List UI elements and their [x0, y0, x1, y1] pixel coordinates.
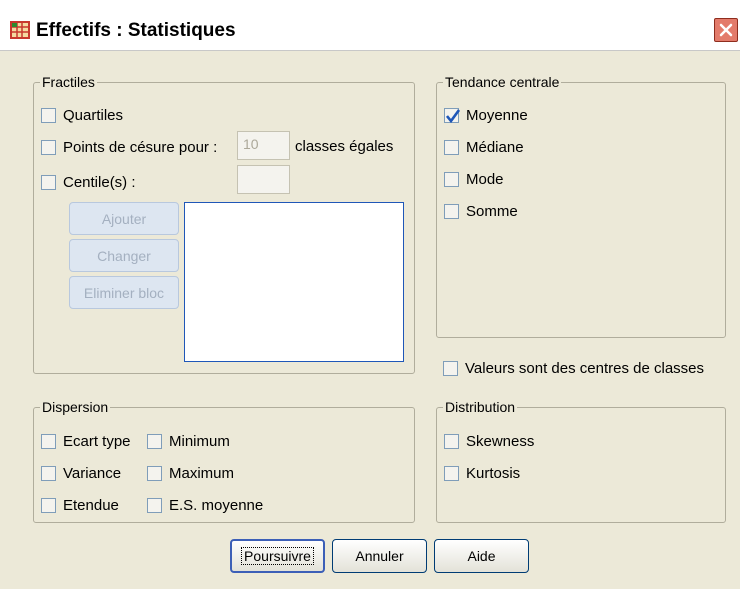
change-button[interactable]: Changer — [69, 239, 179, 272]
mean-label: Moyenne — [466, 106, 528, 124]
minimum-label: Minimum — [169, 432, 230, 450]
distribution-legend: Distribution — [443, 398, 518, 416]
continue-label: Poursuivre — [241, 547, 314, 565]
cutpoints-label: Points de césure pour : — [63, 138, 218, 156]
cutpoints-checkbox[interactable]: Points de césure pour : — [41, 137, 217, 157]
close-icon — [719, 23, 733, 37]
median-checkbox[interactable]: Médiane — [444, 137, 524, 157]
variance-label: Variance — [63, 464, 122, 482]
cutpoints-input[interactable]: 10 — [237, 131, 290, 160]
checkbox-box — [444, 171, 459, 187]
checkbox-box — [443, 360, 458, 376]
title-bar: Effectifs : Statistiques — [0, 0, 740, 51]
std-label: Ecart type — [63, 432, 131, 450]
dispersion-group: Dispersion Ecart type Minimum Variance M… — [33, 398, 415, 523]
continue-button[interactable]: Poursuivre — [230, 539, 325, 573]
checkbox-box — [41, 107, 56, 123]
kurtosis-checkbox[interactable]: Kurtosis — [444, 463, 520, 483]
dispersion-legend: Dispersion — [40, 398, 111, 416]
mean-checkbox[interactable]: Moyenne — [444, 105, 528, 125]
add-button[interactable]: Ajouter — [69, 202, 179, 235]
checkbox-box — [444, 433, 459, 449]
kurtosis-label: Kurtosis — [466, 464, 521, 482]
checkbox-box — [41, 174, 56, 190]
checkbox-box — [444, 203, 459, 219]
skewness-checkbox[interactable]: Skewness — [444, 431, 534, 451]
sum-label: Somme — [466, 202, 518, 220]
statistics-dialog: Effectifs : Statistiques Fractiles Quart… — [0, 0, 740, 589]
checkmark-icon — [446, 108, 460, 123]
fractiles-group: Fractiles Quartiles Points de césure pou… — [33, 73, 415, 374]
help-button[interactable]: Aide — [434, 539, 529, 573]
percentile-input[interactable] — [237, 165, 290, 194]
grouped-midpoints-checkbox[interactable]: Valeurs sont des centres de classes — [443, 358, 704, 378]
remove-label: Eliminer bloc — [83, 284, 165, 301]
percentiles-label: Centile(s) : — [63, 173, 136, 191]
mode-label: Mode — [466, 170, 504, 188]
checkbox-box — [147, 433, 162, 449]
remove-button[interactable]: Eliminer bloc — [69, 276, 179, 309]
quartiles-checkbox[interactable]: Quartiles — [41, 105, 123, 125]
maximum-checkbox[interactable]: Maximum — [147, 463, 234, 483]
sum-checkbox[interactable]: Somme — [444, 201, 518, 221]
range-checkbox[interactable]: Etendue — [41, 495, 119, 515]
checkbox-box — [41, 433, 56, 449]
quartiles-label: Quartiles — [63, 106, 124, 124]
checkbox-box — [41, 497, 56, 513]
checkbox-box — [444, 465, 459, 481]
help-label: Aide — [467, 548, 496, 564]
checkbox-box — [147, 497, 162, 513]
close-button[interactable] — [714, 18, 738, 42]
percentile-list[interactable] — [184, 202, 404, 362]
checkbox-box — [41, 139, 56, 155]
checkbox-box — [444, 139, 459, 155]
distribution-group: Distribution Skewness Kurtosis — [436, 398, 726, 523]
range-label: Etendue — [63, 496, 119, 514]
table-icon — [10, 21, 30, 39]
minimum-checkbox[interactable]: Minimum — [147, 431, 230, 451]
central-tendency-group: Tendance centrale Moyenne Médiane Mode S… — [436, 73, 726, 338]
checkbox-box — [444, 107, 460, 123]
cancel-label: Annuler — [355, 548, 404, 564]
median-label: Médiane — [466, 138, 524, 156]
checkbox-box — [41, 465, 56, 481]
variance-checkbox[interactable]: Variance — [41, 463, 121, 483]
checkbox-box — [147, 465, 162, 481]
cutpoints-suffix: classes égales — [295, 138, 394, 155]
grouped-midpoints-label: Valeurs sont des centres de classes — [465, 359, 705, 377]
se-mean-checkbox[interactable]: E.S. moyenne — [147, 495, 263, 515]
maximum-label: Maximum — [169, 464, 235, 482]
add-label: Ajouter — [101, 210, 147, 227]
central-legend: Tendance centrale — [443, 73, 562, 91]
se-mean-label: E.S. moyenne — [169, 496, 264, 514]
std-checkbox[interactable]: Ecart type — [41, 431, 131, 451]
percentiles-checkbox[interactable]: Centile(s) : — [41, 172, 136, 192]
skewness-label: Skewness — [466, 432, 535, 450]
window-title: Effectifs : Statistiques — [36, 20, 236, 41]
mode-checkbox[interactable]: Mode — [444, 169, 504, 189]
cancel-button[interactable]: Annuler — [332, 539, 427, 573]
fractiles-legend: Fractiles — [40, 73, 97, 91]
change-label: Changer — [97, 247, 151, 264]
